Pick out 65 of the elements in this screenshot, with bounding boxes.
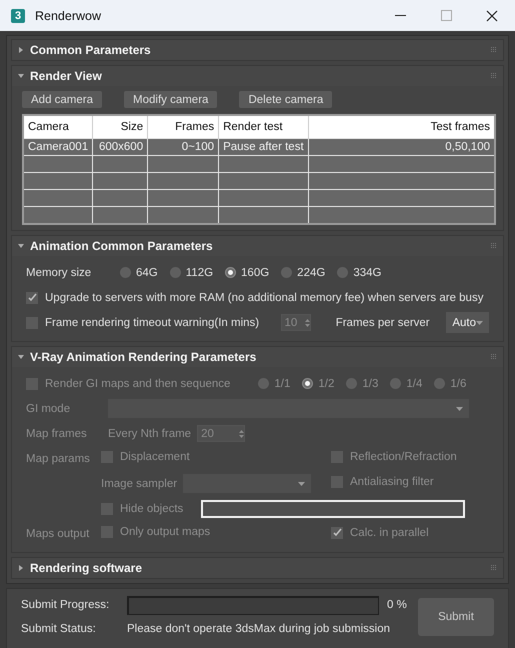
progress-percent: 0 % <box>387 599 408 611</box>
checkbox-label: Calc. in parallel <box>350 526 429 539</box>
column-header[interactable]: Frames <box>148 115 219 138</box>
submit-button[interactable]: Submit <box>418 598 494 636</box>
table-cell: Camera001 <box>23 138 93 156</box>
table-cell: 600x600 <box>92 138 148 156</box>
status-label: Submit Status: <box>21 623 97 635</box>
minimize-icon <box>394 15 406 16</box>
radio-button[interactable] <box>225 267 236 278</box>
radio-button[interactable] <box>170 267 181 278</box>
column-header[interactable]: Test frames <box>308 115 495 138</box>
radio-label: 334G <box>353 266 382 278</box>
table-cell: 0~100 <box>148 138 219 156</box>
dropdown-arrow-icon <box>298 482 306 486</box>
checkbox-label: Only output maps <box>120 526 210 538</box>
checkbox-label: Render GI maps and then sequence <box>45 378 230 390</box>
window-title: Renderwow <box>35 8 102 22</box>
progress-label: Submit Progress: <box>21 599 110 611</box>
checkbox-label: Frame rendering timeout warning(In mins) <box>45 316 260 328</box>
table-cell: Pause after test <box>218 138 308 156</box>
field-label: Frames per server <box>336 316 430 328</box>
radio-label: 1/4 <box>406 378 422 390</box>
field-label: Maps output <box>26 528 90 540</box>
checkbox-label: Reflection/Refraction <box>350 451 457 463</box>
dropdown-arrow-icon <box>476 320 484 324</box>
radio-button[interactable] <box>337 267 348 278</box>
toolbar-button[interactable]: Add camera <box>22 91 102 108</box>
checkbox-label: Hide objects <box>120 502 184 514</box>
caret-down-icon <box>18 243 24 249</box>
field-label: Image sampler <box>101 478 178 490</box>
radio-label: 1/3 <box>362 378 378 390</box>
field-label: Every Nth frame <box>108 428 192 440</box>
caret-right-icon <box>18 47 24 53</box>
radio-button[interactable] <box>120 267 131 278</box>
radio-label: 1/6 <box>450 378 466 390</box>
field-label: Memory size <box>26 266 92 278</box>
checkbox-label: Displacement <box>120 451 190 463</box>
radio-button[interactable] <box>281 267 292 278</box>
column-header[interactable]: Camera <box>23 115 93 138</box>
table-cell: 0,50,100 <box>308 138 495 156</box>
field-label: GI mode <box>26 402 72 414</box>
column-header[interactable]: Render test <box>218 115 308 138</box>
caret-right-icon <box>18 565 24 571</box>
caret-down-icon <box>18 73 24 79</box>
radio-label: 1/2 <box>318 378 334 390</box>
radio-label: 112G <box>186 266 214 278</box>
field-label: Map params <box>26 452 91 464</box>
radio-label: 160G <box>241 266 270 278</box>
radio-label: 64G <box>136 266 158 278</box>
frames-dropdown[interactable]: Auto <box>446 312 490 333</box>
field-label: Map frames <box>26 428 88 440</box>
radio-label: 224G <box>297 266 326 278</box>
maximize-icon <box>440 10 452 21</box>
checkbox[interactable] <box>26 292 38 304</box>
close-icon <box>486 10 498 22</box>
toolbar-button[interactable]: Modify camera <box>124 91 218 108</box>
dropdown-arrow-icon <box>456 406 463 410</box>
column-header[interactable]: Size <box>92 115 148 138</box>
checkbox-label: Antialiasing filter <box>350 476 434 488</box>
app-logo: 3 <box>11 8 25 22</box>
toolbar-button[interactable]: Delete camera <box>239 91 332 108</box>
status-message: Please don't operate 3dsMax during job submission <box>127 623 392 635</box>
caret-down-icon <box>18 354 24 360</box>
radio-label: 1/1 <box>274 378 290 390</box>
checkbox-label: Upgrade to servers with more RAM (no additional memory fee) when servers are busy <box>45 292 484 304</box>
